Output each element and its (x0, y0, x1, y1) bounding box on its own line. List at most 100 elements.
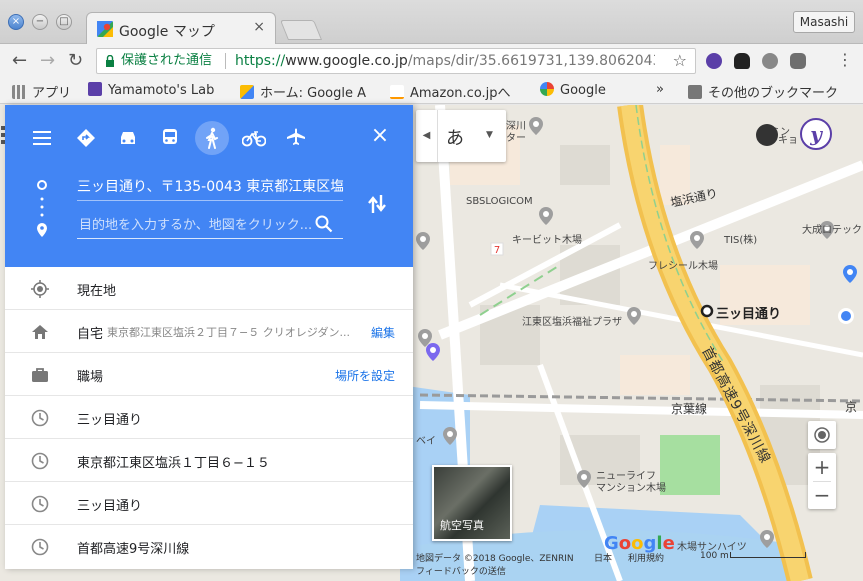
travel-mode-flight-icon[interactable] (279, 121, 313, 155)
bookmark-apps[interactable]: アプリ (12, 82, 71, 101)
back-arrow-icon[interactable]: ← (12, 51, 27, 71)
edit-home-link[interactable]: 編集 (371, 324, 395, 341)
map-label: キービット木場 (512, 235, 582, 246)
window-minimize-button[interactable]: − (32, 14, 48, 30)
map-pin-icon[interactable] (577, 470, 591, 488)
extension-y-icon[interactable] (706, 53, 722, 69)
suggestion-label: 首都高速9号深川線 (77, 542, 190, 557)
map-label: キョ (778, 135, 798, 146)
collapse-panel-arrow-icon[interactable]: ◀ (416, 110, 438, 162)
suggestion-work[interactable]: 職場 場所を設定 (5, 353, 413, 396)
map-pin-icon[interactable] (529, 117, 543, 135)
suggestion-list: 現在地 自宅 東京都江東区塩浜２丁目７−５ クリオレジダン... 編集 職場 場… (5, 267, 413, 568)
recent-search-item[interactable]: 三ッ目通り (5, 396, 413, 439)
recent-search-item[interactable]: 首都高速9号深川線 (5, 525, 413, 568)
suggestion-label: 職場 (77, 370, 104, 385)
omnibox-divider (225, 53, 226, 69)
home-icon (32, 325, 48, 339)
travel-mode-car-icon[interactable] (111, 121, 145, 155)
recent-search-item[interactable]: 東京都江東区塩浜１丁目６−１５ (5, 439, 413, 482)
map-label: ター (506, 133, 526, 144)
y-logo-icon (88, 82, 102, 96)
ime-mode-label[interactable]: あ (446, 124, 464, 150)
zoom-out-button[interactable]: − (808, 481, 836, 509)
bookmarks-bar: アプリ Yamamoto's Lab ホーム: Google A Amazon.… (0, 78, 863, 104)
zoom-in-button[interactable]: + (808, 453, 836, 481)
bookmark-google-a[interactable]: ホーム: Google A (240, 82, 378, 101)
tab-close-icon[interactable]: × (253, 19, 265, 35)
suggestion-current-location[interactable]: 現在地 (5, 267, 413, 310)
window-close-button[interactable]: × (8, 14, 24, 30)
travel-mode-bicycle-icon[interactable] (237, 121, 271, 155)
map-pin-icon[interactable] (760, 530, 774, 548)
close-directions-button[interactable]: × (365, 121, 395, 151)
home-address: 東京都江東区塩浜２丁目７−５ クリオレジダン... (107, 326, 350, 339)
region-link[interactable]: 日本 (594, 551, 612, 564)
map-pin-icon[interactable] (690, 231, 704, 249)
profile-button[interactable]: Masashi (793, 11, 855, 33)
menu-hamburger-icon[interactable] (25, 121, 59, 155)
input-tools-box[interactable]: ◀ あ ▼ (416, 110, 506, 162)
travel-mode-recommended-icon[interactable] (69, 121, 103, 155)
swap-origin-destination-icon[interactable] (367, 193, 387, 215)
search-icon[interactable] (315, 215, 333, 233)
suggestion-home[interactable]: 自宅 東京都江東区塩浜２丁目７−５ クリオレジダン... 編集 (5, 310, 413, 353)
zoom-control: + − (808, 453, 836, 509)
destination-input[interactable] (77, 213, 343, 239)
convenience-store-pin-icon[interactable]: 7 (490, 242, 504, 260)
map-label-mitsume: 三ッ目通り (716, 307, 782, 322)
map-label: 江東区塩浜福祉プラザ (522, 317, 622, 328)
browser-tab[interactable]: Google マップ × (86, 12, 276, 44)
map-pin-icon[interactable] (539, 207, 553, 225)
terms-link[interactable]: 利用規約 (628, 551, 664, 564)
map-label: 京葉線 (671, 402, 708, 416)
window-maximize-button[interactable]: □ (56, 14, 72, 30)
set-work-location-link[interactable]: 場所を設定 (335, 367, 395, 384)
address-bar[interactable]: 保護された通信 https://www.google.co.jp/maps/di… (96, 48, 696, 74)
account-avatar[interactable]: y (800, 118, 832, 150)
origin-field[interactable]: 三ッ目通り、〒135-0043 東京都江東区塩 (77, 175, 343, 201)
clock-icon (31, 409, 49, 427)
bookmarks-overflow-chevron-icon[interactable]: » (656, 82, 664, 97)
aerial-view-toggle[interactable]: 航空写真 (432, 465, 512, 541)
map-label: SBSLOGICOM (466, 196, 533, 207)
map-pin-icon[interactable] (443, 427, 457, 445)
new-tab-button[interactable] (279, 20, 323, 40)
lock-icon (106, 55, 114, 67)
travel-mode-transit-icon[interactable] (153, 121, 187, 155)
suggestion-label: 三ッ目通り (77, 499, 143, 514)
suggestion-label: 三ッ目通り (77, 413, 143, 428)
map-label: フレシール木場 (648, 261, 718, 272)
map-pin-icon[interactable] (627, 307, 641, 325)
recent-search-item[interactable]: 三ッ目通り (5, 482, 413, 525)
google-g-icon (540, 82, 554, 96)
suggestion-label: 現在地 (77, 284, 117, 299)
clock-icon (31, 538, 49, 556)
map-pin-icon[interactable] (416, 232, 430, 250)
bookmark-yamamoto-lab[interactable]: Yamamoto's Lab (88, 82, 228, 98)
reload-icon[interactable]: ↻ (68, 51, 83, 71)
extension-paw-icon[interactable] (762, 53, 778, 69)
suggestion-label: 自宅 (77, 327, 104, 342)
my-location-icon (814, 427, 830, 443)
travel-mode-walking-icon[interactable] (195, 121, 229, 155)
bookmark-star-icon[interactable]: ☆ (673, 49, 687, 73)
kebab-menu-icon[interactable]: ⋮ (837, 52, 853, 68)
my-location-button[interactable] (808, 421, 836, 449)
extension-evernote-icon[interactable] (790, 53, 806, 69)
forward-arrow-icon[interactable]: → (40, 51, 55, 71)
current-location-icon (31, 280, 49, 298)
ime-dropdown-icon[interactable]: ▼ (486, 130, 493, 140)
hospital-pin-icon[interactable] (843, 265, 857, 283)
extension-cloud-icon[interactable] (734, 53, 750, 69)
apps-grid-icon (12, 85, 26, 99)
gas-station-pin-icon[interactable] (426, 343, 440, 361)
google-maps-favicon-icon (97, 21, 113, 37)
map-label: 大成ロテック (802, 225, 862, 236)
bookmark-other-folder[interactable]: その他のブックマーク (688, 82, 838, 101)
map-label: TIS(株) (724, 235, 758, 246)
notifications-bell-icon[interactable] (756, 124, 778, 146)
send-feedback-link[interactable]: フィードバックの送信 (416, 564, 506, 577)
bookmark-google[interactable]: Google (540, 82, 606, 98)
bookmark-amazon[interactable]: Amazon.co.jpへ (390, 82, 530, 101)
